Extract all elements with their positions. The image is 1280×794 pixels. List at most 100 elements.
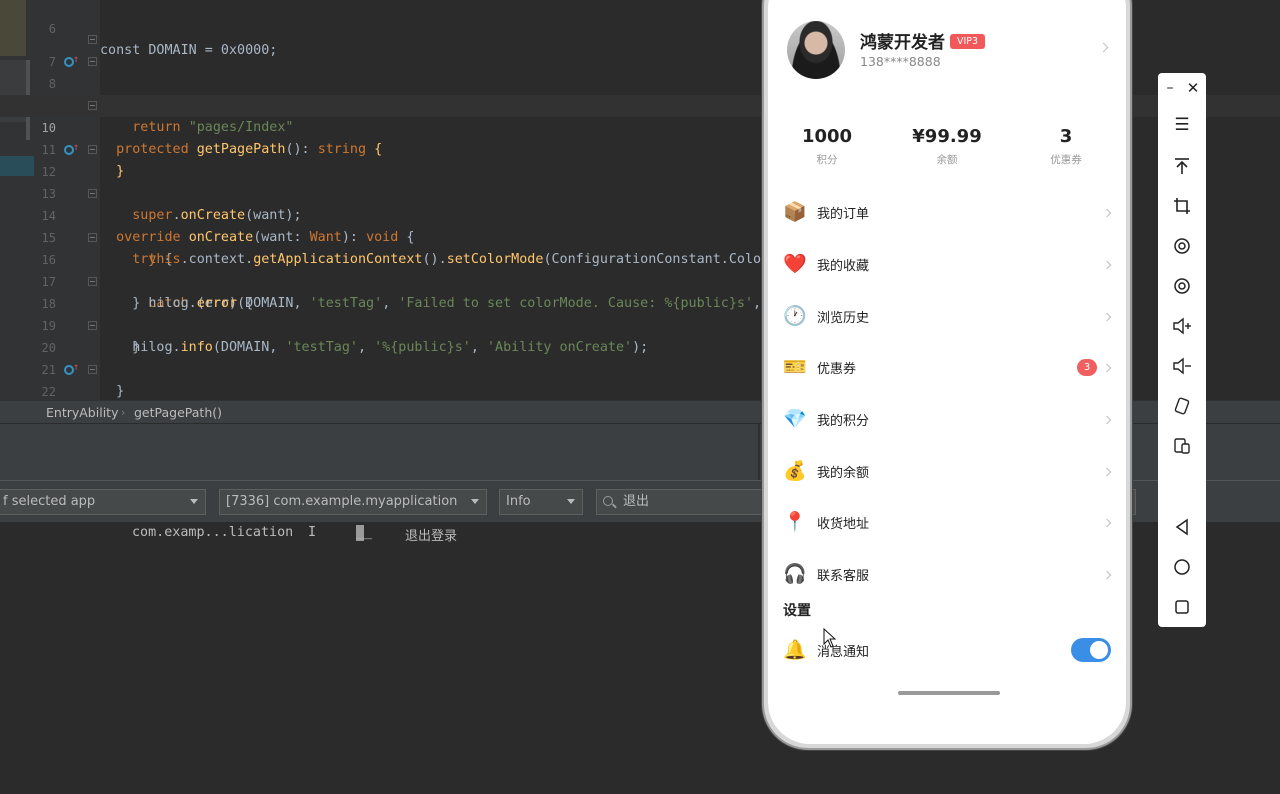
profile-name: 鸿蒙开发者 [860, 33, 945, 53]
emulator-toolbar: – ✕ ☰ [1158, 73, 1206, 627]
chevron-right-icon [1102, 312, 1112, 322]
process-value: [7336] com.example.myapplication [226, 494, 458, 509]
profile-phone: 138****8888 [860, 54, 941, 69]
chevron-right-icon [1102, 467, 1112, 477]
vip-badge: VIP3 [950, 34, 986, 49]
notification-toggle[interactable] [1071, 638, 1111, 662]
home-icon[interactable] [1170, 555, 1194, 579]
crop-icon[interactable] [1170, 194, 1194, 218]
breadcrumb-method[interactable]: getPagePath() [134, 405, 222, 420]
chevron-right-icon [1102, 208, 1112, 218]
log-level-dropdown[interactable]: Info [499, 489, 583, 515]
stat-value: ¥99.99 [912, 126, 982, 147]
stat-value: 1000 [801, 126, 853, 147]
process-dropdown[interactable]: [7336] com.example.myapplication [219, 489, 487, 515]
log-level-value: Info [506, 494, 531, 509]
chevron-right-icon [1102, 260, 1112, 270]
heart-icon: ❤️ [783, 253, 807, 275]
menu-item-points[interactable]: 💎 我的积分 [768, 393, 1126, 445]
fold-icon[interactable] [88, 145, 97, 154]
recents-icon[interactable] [1170, 595, 1194, 619]
headphones-icon: 🎧 [783, 563, 807, 585]
multi-device-icon[interactable] [1170, 434, 1194, 458]
menu-item-orders[interactable]: 📦 我的订单 [768, 186, 1126, 238]
bell-icon: 🔔 [783, 639, 807, 661]
log-level: I [308, 525, 317, 540]
diamond-icon: 💎 [783, 408, 807, 430]
stat-label: 积分 [816, 154, 838, 166]
override-marker-icon[interactable]: ↑ [64, 362, 79, 376]
rotate-right-icon[interactable] [1170, 274, 1194, 298]
chevron-down-icon [471, 499, 479, 504]
shake-icon[interactable] [1170, 394, 1194, 418]
log-tag: com.examp...lication [132, 525, 294, 540]
log-line: com.examp...lication I __ __ 退出登录 [132, 525, 458, 544]
fold-icon[interactable] [88, 35, 97, 44]
menu-item-label: 我的余额 [817, 466, 870, 481]
app-filter-value: f selected app [3, 494, 96, 509]
phone-screen: 鸿蒙开发者 VIP3 138****8888 1000 积分 ¥99.99 余额… [768, 0, 1126, 744]
menu-item-balance[interactable]: 💰 我的余额 [768, 445, 1126, 497]
log-message: 退出登录 [405, 529, 458, 544]
menu-item-favorites[interactable]: ❤️ 我的收藏 [768, 238, 1126, 290]
pin-top-icon[interactable] [1170, 154, 1194, 178]
phone-emulator: 鸿蒙开发者 VIP3 138****8888 1000 积分 ¥99.99 余额… [762, 0, 1132, 750]
breadcrumb-class[interactable]: EntryAbility [46, 405, 118, 420]
clock-icon: 🕐 [783, 305, 807, 327]
stat-label: 余额 [936, 154, 958, 166]
home-indicator[interactable] [898, 691, 1000, 695]
menu-item-label: 我的积分 [817, 414, 870, 429]
search-icon [603, 496, 613, 506]
fold-icon[interactable] [88, 233, 97, 242]
override-marker-icon[interactable]: ↑ [64, 54, 79, 68]
count-badge: 3 [1077, 359, 1097, 376]
chevron-right-icon [1102, 415, 1112, 425]
menu-icon[interactable]: ☰ [1170, 113, 1194, 137]
close-icon[interactable]: ✕ [1183, 76, 1203, 100]
ticket-icon: 🎫 [783, 356, 807, 378]
app-filter-dropdown[interactable]: f selected app [0, 489, 206, 515]
menu-item-coupons[interactable]: 🎫 优惠券 3 [768, 341, 1126, 393]
package-icon: 📦 [783, 201, 807, 223]
volume-down-icon[interactable] [1170, 354, 1194, 378]
rotate-left-icon[interactable] [1170, 234, 1194, 258]
stat-label: 优惠券 [1050, 154, 1082, 166]
settings-section-title: 设置 [783, 603, 811, 619]
chevron-right-icon[interactable] [1098, 42, 1109, 53]
log-search-value: 退出 [623, 494, 650, 509]
chevron-down-icon [190, 499, 198, 504]
stat-coupons[interactable]: 3 优惠券 [1011, 126, 1121, 167]
menu-item-label: 浏览历史 [817, 311, 870, 326]
menu-item-label: 联系客服 [817, 569, 870, 584]
stat-value: 3 [1059, 126, 1073, 147]
profile-page: 鸿蒙开发者 VIP3 138****8888 1000 积分 ¥99.99 余额… [768, 2, 1126, 744]
chevron-right-icon [1102, 570, 1112, 580]
fold-icon[interactable] [88, 365, 97, 374]
mouse-cursor-icon [823, 628, 837, 648]
menu-item-address[interactable]: 📍 收货地址 [768, 496, 1126, 548]
volume-up-icon[interactable] [1170, 314, 1194, 338]
back-icon[interactable] [1170, 515, 1194, 539]
menu-item-label: 我的收藏 [817, 259, 870, 274]
menu-item-support[interactable]: 🎧 联系客服 [768, 548, 1126, 600]
menu-item-history[interactable]: 🕐 浏览历史 [768, 290, 1126, 342]
chevron-down-icon [567, 499, 575, 504]
pin-icon: 📍 [783, 511, 807, 533]
breadcrumb-separator: › [121, 406, 126, 419]
override-marker-icon[interactable]: ↑ [64, 142, 79, 156]
money-bag-icon: 💰 [783, 460, 807, 482]
stat-points[interactable]: 1000 积分 [772, 126, 882, 167]
chevron-right-icon [1102, 363, 1112, 373]
fold-icon[interactable] [88, 321, 97, 330]
fold-icon[interactable] [88, 57, 97, 66]
menu-item-label: 优惠券 [817, 362, 857, 377]
fold-icon[interactable] [88, 277, 97, 286]
chevron-right-icon [1102, 518, 1112, 528]
menu-item-label: 收货地址 [817, 517, 870, 532]
stat-balance[interactable]: ¥99.99 余额 [892, 126, 1002, 167]
menu-item-label: 我的订单 [817, 207, 870, 222]
minimize-icon[interactable]: – [1160, 76, 1180, 100]
fold-icon[interactable] [88, 101, 97, 110]
fold-icon[interactable] [88, 189, 97, 198]
avatar[interactable] [787, 21, 845, 79]
